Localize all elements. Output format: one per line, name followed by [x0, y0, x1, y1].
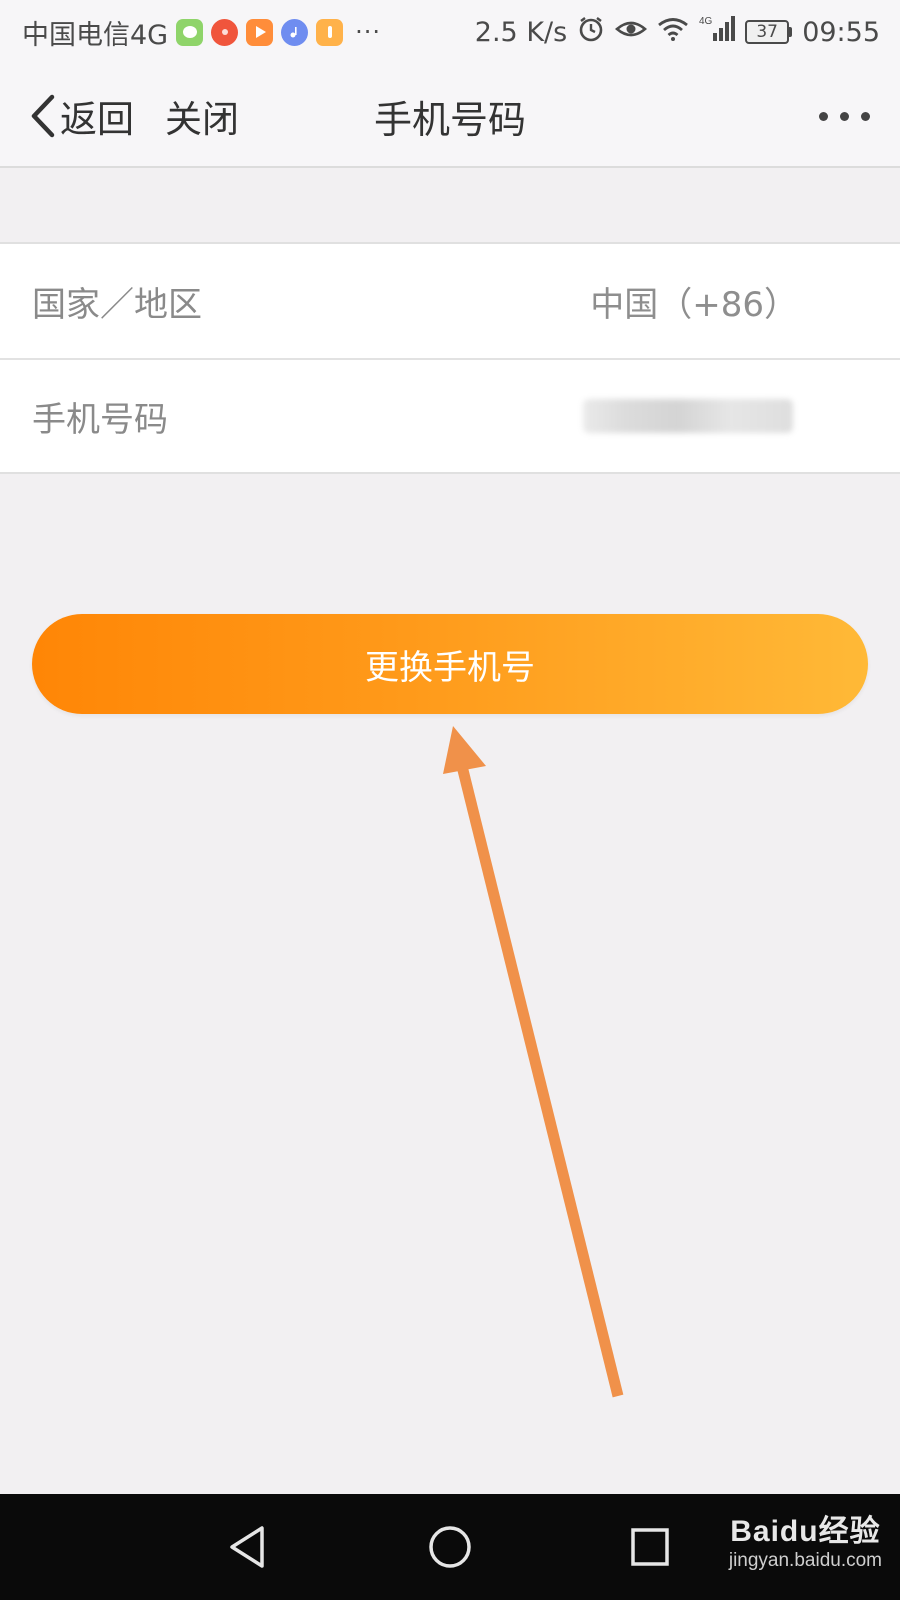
page-title: 手机号码 — [373, 97, 526, 142]
battery-icon: 37 — [745, 20, 793, 44]
svg-text:4G: 4G — [699, 16, 713, 27]
chevron-left-icon — [31, 94, 55, 138]
wifi-icon — [657, 16, 689, 49]
baidu-watermark: Baidu经验 jingyan.baidu.com — [729, 1506, 882, 1572]
system-nav-bar: Baidu经验 jingyan.baidu.com — [0, 1494, 900, 1600]
close-label: 关闭 — [165, 98, 239, 141]
phone-number-label: 手机号码 — [32, 399, 168, 440]
more-options-icon[interactable] — [819, 84, 870, 148]
signal-4g-icon: 4G — [699, 15, 736, 50]
status-left: 中国电信4G ··· — [22, 13, 381, 52]
close-button[interactable]: 关闭 — [165, 84, 239, 148]
music-icon — [281, 18, 309, 46]
recent-apps-square-icon[interactable] — [623, 1520, 677, 1574]
change-phone-label: 更换手机号 — [365, 647, 535, 688]
more-notifications-icon: ··· — [355, 18, 381, 46]
video-play-icon — [246, 18, 274, 46]
country-region-label: 国家／地区 — [32, 284, 202, 325]
back-label: 返回 — [60, 98, 134, 141]
country-region-row[interactable]: 国家／地区 中国（+86） — [0, 244, 900, 358]
nav-header: 返回 关闭 手机号码 — [0, 64, 900, 168]
phone-number-value-redacted — [583, 399, 793, 433]
watermark-brand: Baidu经验 — [730, 1515, 881, 1548]
network-speed: 2.5 K/s — [474, 16, 568, 48]
clock-time: 09:55 — [802, 16, 880, 48]
home-circle-icon[interactable] — [423, 1520, 477, 1574]
app-red-icon — [211, 18, 239, 46]
carrier-label: 中国电信4G — [22, 19, 169, 51]
back-button[interactable]: 返回 — [28, 84, 134, 148]
change-phone-button[interactable]: 更换手机号 — [32, 614, 868, 714]
eye-comfort-icon — [615, 17, 648, 48]
app-orange-icon — [316, 18, 344, 46]
phone-number-row: 手机号码 — [0, 358, 900, 472]
wechat-icon — [176, 18, 204, 46]
watermark-url: jingyan.baidu.com — [728, 1550, 882, 1571]
country-region-value: 中国（+86） — [590, 284, 798, 325]
status-right: 2.5 K/s 4G 37 09:55 — [475, 15, 880, 50]
back-triangle-icon[interactable] — [222, 1520, 276, 1574]
alarm-icon — [577, 15, 605, 50]
status-bar: 中国电信4G ··· 2.5 K/s 4G 37 09:55 — [0, 0, 900, 64]
phone-info-list: 国家／地区 中国（+86） 手机号码 — [0, 242, 900, 474]
annotation-arrow — [443, 726, 624, 1398]
battery-level: 37 — [745, 20, 790, 44]
